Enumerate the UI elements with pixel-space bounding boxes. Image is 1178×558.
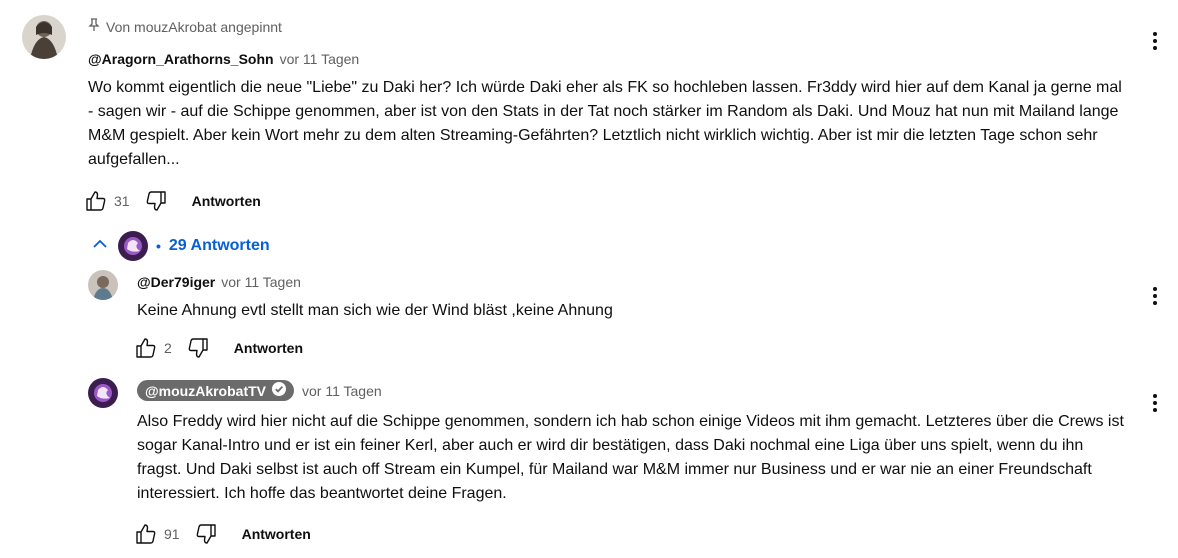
owner-badge[interactable]: @mouzAkrobatTV	[137, 380, 294, 401]
reply-text: Also Freddy wird hier nicht auf die Schi…	[137, 413, 1124, 502]
reply-button[interactable]: Antworten	[234, 526, 319, 542]
more-dot-icon	[1153, 32, 1157, 36]
verified-icon	[272, 382, 286, 399]
thumbs-down-icon	[188, 338, 208, 358]
more-dot-icon	[1153, 301, 1157, 305]
reply-button[interactable]: Antworten	[226, 340, 311, 356]
comment-text: Wo kommt eigentlich die neue "Liebe" zu …	[88, 79, 1122, 168]
pinned-label: Von mouzAkrobat angepinnt	[88, 18, 282, 35]
like-button[interactable]	[130, 332, 162, 364]
replies-count: 29 Antworten	[168, 237, 270, 254]
reply-button[interactable]: Antworten	[184, 193, 269, 209]
more-dot-icon	[1153, 408, 1157, 412]
more-dot-icon	[1153, 287, 1157, 291]
dislike-button[interactable]	[140, 185, 172, 217]
reply-author[interactable]: @Der79iger	[137, 274, 215, 290]
reply-header: @mouzAkrobatTV vor 11 Tagen	[137, 380, 382, 401]
like-button[interactable]	[80, 185, 112, 217]
comment-menu-button[interactable]	[1143, 21, 1167, 61]
reply-header: @Der79iger vor 11 Tagen	[137, 274, 301, 290]
replies-bullet: •	[156, 238, 161, 254]
thumbs-up-icon	[136, 524, 156, 544]
more-dot-icon	[1153, 394, 1157, 398]
creator-avatar	[118, 231, 148, 261]
reply-menu-button[interactable]	[1143, 276, 1167, 316]
thumbs-down-icon	[146, 191, 166, 211]
more-dot-icon	[1153, 294, 1157, 298]
reply-menu-button[interactable]	[1143, 383, 1167, 423]
comment-header: @Aragorn_Arathorns_Sohn vor 11 Tagen	[88, 51, 359, 67]
more-dot-icon	[1153, 39, 1157, 43]
comment-actions: 31 Antworten	[80, 185, 269, 217]
thumbs-down-icon	[196, 524, 216, 544]
dislike-button[interactable]	[182, 332, 214, 364]
reply-author: @mouzAkrobatTV	[145, 382, 266, 399]
like-count: 2	[164, 340, 172, 356]
more-dot-icon	[1153, 46, 1157, 50]
pin-icon	[88, 18, 100, 35]
reply-time[interactable]: vor 11 Tagen	[221, 274, 301, 290]
thumbs-up-icon	[136, 338, 156, 358]
avatar[interactable]	[22, 15, 66, 59]
comment-time[interactable]: vor 11 Tagen	[280, 51, 360, 67]
more-dot-icon	[1153, 401, 1157, 405]
pinned-text: Von mouzAkrobat angepinnt	[106, 18, 282, 35]
reply-avatar[interactable]	[88, 378, 118, 408]
like-count: 31	[114, 193, 130, 209]
reply-actions: 2 Antworten	[130, 332, 311, 364]
reply-time[interactable]: vor 11 Tagen	[302, 383, 382, 399]
dislike-button[interactable]	[190, 518, 222, 550]
reply-avatar[interactable]	[88, 270, 118, 300]
replies-toggle[interactable]: • 29 Antworten	[90, 230, 270, 262]
reply-actions: 91 Antworten	[130, 518, 319, 550]
like-button[interactable]	[130, 518, 162, 550]
like-count: 91	[164, 526, 180, 542]
thumbs-up-icon	[86, 191, 106, 211]
comment-author[interactable]: @Aragorn_Arathorns_Sohn	[88, 51, 274, 67]
reply-text: Keine Ahnung evtl stellt man sich wie de…	[137, 302, 613, 319]
chevron-up-icon	[90, 234, 110, 259]
